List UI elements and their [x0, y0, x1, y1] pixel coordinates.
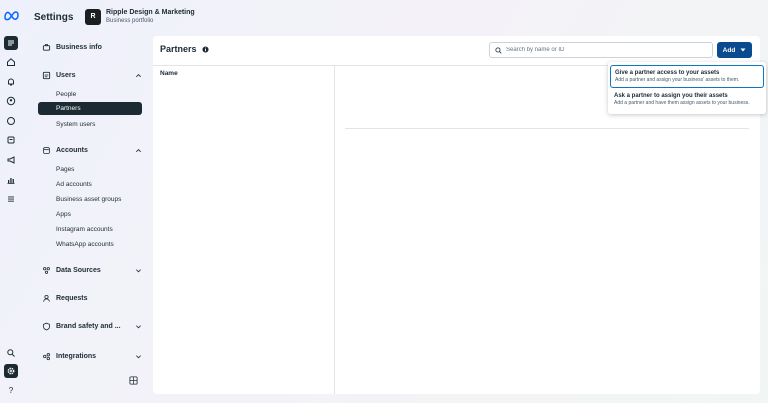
menu-item-description: Add a partner and have them assign asset…: [614, 100, 750, 106]
nav-item-ad-accounts[interactable]: Ad accounts: [56, 178, 92, 191]
add-partner-menu: Give a partner access to your assets Add…: [608, 62, 766, 114]
nav-data-sources-label: Data Sources: [56, 267, 101, 274]
page-title: Settings: [34, 12, 74, 23]
nav-integrations-label: Integrations: [56, 353, 97, 360]
portfolio-avatar: R: [85, 8, 101, 25]
portfolio-subtitle: Business portfolio: [106, 18, 154, 24]
nav-item-partners[interactable]: Partners: [38, 102, 142, 115]
nav-item-pages[interactable]: Pages: [56, 163, 74, 176]
nav-item-apps[interactable]: Apps: [56, 208, 71, 221]
menu-item-description: Add a partner and assign your business' …: [615, 77, 740, 83]
chat-icon[interactable]: [4, 114, 18, 128]
person-icon: [43, 294, 50, 302]
details-divider: [345, 128, 749, 129]
megaphone-icon[interactable]: [4, 153, 18, 167]
icon-rail: ?: [0, 34, 22, 403]
orders-icon[interactable]: [4, 133, 18, 147]
nav-brand-safety-label: Brand safety and ...: [56, 323, 121, 330]
search-input[interactable]: [506, 47, 696, 53]
chevron-down-icon[interactable]: [135, 267, 142, 274]
nav-item-system-users[interactable]: System users: [56, 118, 95, 131]
users-icon: [42, 71, 51, 80]
nav-accounts-label: Accounts: [56, 147, 88, 154]
top-bar: Settings R Ripple Design & Marketing Bus…: [0, 0, 768, 34]
menu-item-give-access[interactable]: Give a partner access to your assets Add…: [610, 65, 764, 88]
search-icon[interactable]: [4, 346, 18, 360]
briefcase-icon: [42, 44, 51, 51]
search-icon: [495, 46, 502, 54]
column-divider: [334, 65, 335, 394]
nav-users[interactable]: Users: [42, 71, 152, 80]
menu-item-ask-partner[interactable]: Ask a partner to assign you their assets…: [610, 89, 764, 110]
help-icon[interactable]: ?: [4, 383, 18, 397]
nav-data-sources[interactable]: Data Sources: [42, 266, 152, 275]
svg-text:?: ?: [9, 386, 14, 395]
panel-title: Partners: [160, 44, 197, 54]
account-icon[interactable]: [4, 94, 18, 108]
shield-icon: [43, 322, 50, 331]
add-button-label: Add: [722, 46, 736, 54]
chevron-down-icon[interactable]: [135, 353, 142, 360]
integrations-icon: [43, 353, 50, 361]
nav-integrations[interactable]: Integrations: [42, 352, 152, 361]
meta-logo-icon[interactable]: [3, 9, 20, 21]
nav-item-business-asset-groups[interactable]: Business asset groups: [56, 193, 121, 206]
nav-business-info-label: Business info: [56, 44, 102, 51]
hamburger-icon[interactable]: [4, 192, 18, 206]
caret-down-icon: [740, 48, 746, 52]
business-portfolio-switcher[interactable]: R Ripple Design & Marketing Business por…: [85, 8, 195, 25]
nav-item-people[interactable]: People: [56, 88, 76, 101]
data-sources-icon: [43, 267, 50, 274]
nav-item-instagram-accounts[interactable]: Instagram accounts: [56, 223, 113, 236]
nav-requests[interactable]: Requests: [42, 294, 152, 303]
analytics-icon[interactable]: [4, 173, 18, 187]
nav-users-label: Users: [56, 72, 76, 79]
settings-sidebar: Business info Users People Partners Syst…: [24, 34, 152, 394]
nav-brand-safety[interactable]: Brand safety and ...: [42, 322, 152, 331]
nav-requests-label: Requests: [56, 295, 88, 302]
collapse-panel-icon[interactable]: [129, 376, 138, 385]
database-icon: [43, 146, 50, 155]
nav-item-whatsapp-accounts[interactable]: WhatsApp accounts: [56, 238, 114, 251]
bell-icon[interactable]: [4, 75, 18, 89]
search-field[interactable]: [489, 42, 713, 58]
chevron-up-icon[interactable]: [135, 147, 142, 154]
chevron-down-icon[interactable]: [135, 323, 142, 330]
gear-icon[interactable]: [4, 364, 18, 378]
menu-item-title: Ask a partner to assign you their assets: [614, 93, 728, 99]
name-column-header: Name: [160, 70, 178, 77]
menu-icon[interactable]: [4, 36, 18, 50]
chevron-up-icon[interactable]: [135, 72, 142, 79]
nav-business-info[interactable]: Business info: [42, 43, 152, 52]
home-icon[interactable]: [4, 55, 18, 69]
nav-accounts[interactable]: Accounts: [42, 146, 152, 155]
info-icon[interactable]: [201, 45, 209, 53]
menu-item-title: Give a partner access to your assets: [615, 70, 720, 76]
portfolio-name: Ripple Design & Marketing: [106, 9, 195, 16]
add-button[interactable]: Add: [717, 42, 752, 58]
panel-header: Partners: [160, 44, 209, 54]
